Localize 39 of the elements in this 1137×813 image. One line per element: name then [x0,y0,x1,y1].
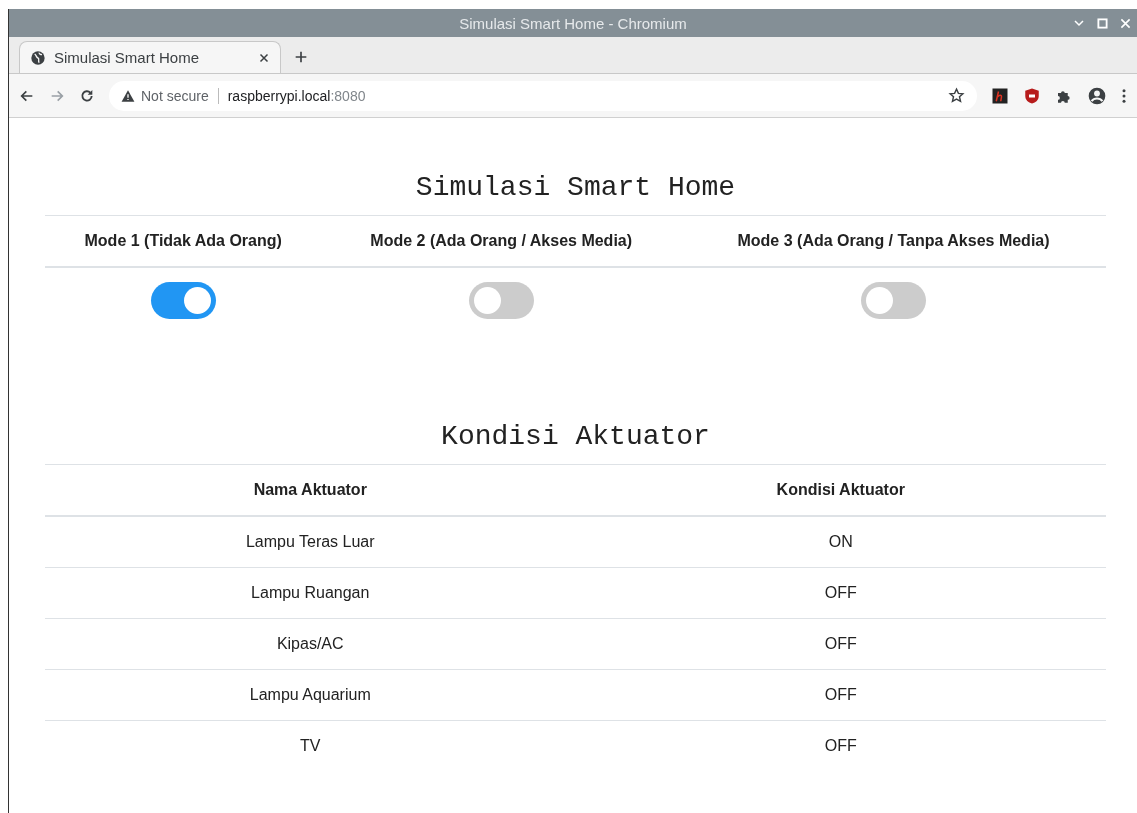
browser-tab[interactable]: Simulasi Smart Home [19,41,281,73]
extension-icon[interactable] [991,86,1009,105]
toggle-switch[interactable] [861,282,926,319]
table-cell: ON [575,516,1106,568]
reload-icon[interactable] [79,87,95,104]
column-header: Kondisi Aktuator [575,464,1106,516]
table-cell: OFF [575,618,1106,670]
column-header: Mode 2 (Ada Orang / Akses Media) [321,215,682,267]
table-cell: OFF [575,567,1106,619]
table-cell: OFF [575,720,1106,771]
security-label: Not secure [141,87,209,104]
star-icon[interactable] [948,87,965,104]
column-header: Nama Aktuator [45,464,576,516]
url-port: :8080 [330,87,367,104]
profile-icon[interactable] [1087,85,1107,106]
warning-icon [121,88,135,103]
page-heading: Simulasi Smart Home [414,171,737,205]
url-host: raspberrypi.local [227,87,331,104]
toggle-switch[interactable] [468,282,534,319]
table-cell: Lampu Aquarium [45,669,576,721]
maximize-icon[interactable] [1097,17,1108,29]
shield-icon[interactable] [1023,86,1041,105]
table-cell: Kipas/AC [45,618,576,670]
toggle-switch[interactable] [150,282,216,319]
column-header: Mode 3 (Ada Orang / Tanpa Akses Media) [681,215,1106,267]
table-cell: Lampu Teras Luar [45,516,576,568]
window-title: Simulasi Smart Home - Chromium [459,14,687,32]
table-cell: TV [45,720,576,771]
tab-title: Simulasi Smart Home [54,49,201,66]
table-cell: OFF [575,669,1106,721]
globe-icon [30,49,46,66]
section-heading: Kondisi Aktuator [440,420,711,454]
menu-icon[interactable] [1121,86,1127,105]
address-bar[interactable]: Not secure raspberrypi.local:8080 [109,80,977,111]
table-cell: Lampu Ruangan [45,567,576,619]
new-tab-icon[interactable] [293,49,309,65]
close-icon[interactable] [258,51,270,64]
column-header: Mode 1 (Tidak Ada Orang) [45,215,322,267]
minimize-icon[interactable] [1073,17,1085,29]
